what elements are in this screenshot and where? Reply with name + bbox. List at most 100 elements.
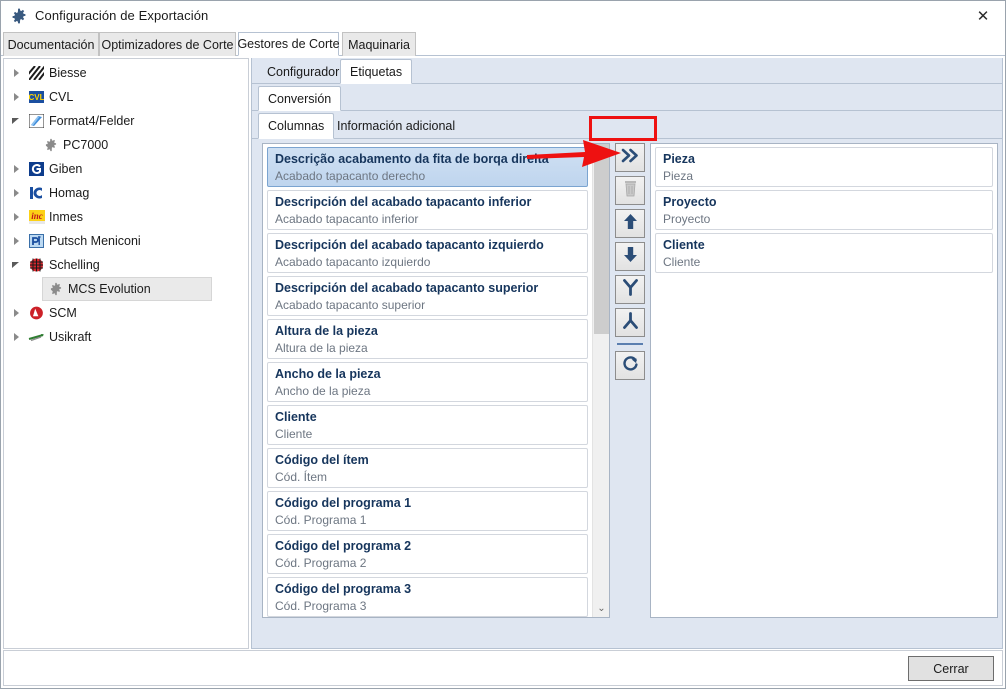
list-item[interactable]: Descripción del acabado tapacanto inferi… <box>267 190 588 230</box>
list-item[interactable]: Descripción del acabado tapacanto superi… <box>267 276 588 316</box>
selected-columns-list[interactable]: Pieza Pieza Proyecto Proyecto Cliente Cl… <box>650 143 998 618</box>
tab-optimizadores-de-corte[interactable]: Optimizadores de Corte <box>99 32 236 56</box>
chevron-right-icon[interactable] <box>10 162 24 176</box>
list-item[interactable]: Código del programa 1 Cód. Programa 1 <box>267 491 588 531</box>
tab-configurador[interactable]: Configurador <box>258 59 348 84</box>
list-item-title: Ancho de la pieza <box>275 367 381 381</box>
tree-item-putsch-meniconi[interactable]: Putsch Meniconi <box>4 229 248 253</box>
tab-etiquetas[interactable]: Etiquetas <box>340 59 413 84</box>
list-item[interactable]: Pieza Pieza <box>655 147 993 187</box>
list-item-title: Descripción del acabado tapacanto izquie… <box>275 238 544 252</box>
tree-item-biesse[interactable]: Biesse <box>4 61 248 85</box>
merge-button[interactable] <box>615 308 645 337</box>
tree-item-cvl[interactable]: CVL CVL <box>4 85 248 109</box>
list-item[interactable]: Altura de la pieza Altura de la pieza <box>267 319 588 359</box>
tab-columnas[interactable]: Columnas <box>258 113 335 139</box>
list-item-subtitle: Acabado tapacanto izquierdo <box>275 255 431 269</box>
tab-maquinaria[interactable]: Maquinaria <box>342 32 416 56</box>
button-group-divider <box>617 343 643 345</box>
chevron-right-icon[interactable] <box>10 210 24 224</box>
scrollbar-thumb[interactable] <box>594 144 609 334</box>
tree-item-mcs-evolution[interactable]: MCS Evolution <box>42 277 212 301</box>
list-item-title: Descrição acabamento da fita de borqa di… <box>275 152 549 166</box>
tree-item-label: Biesse <box>49 65 87 80</box>
list-item-subtitle: Acabado tapacanto inferior <box>275 212 419 226</box>
usikraft-logo-icon <box>28 329 45 345</box>
double-chevron-right-icon <box>621 148 640 168</box>
available-columns-list[interactable]: Descrição acabamento da fita de borqa di… <box>262 143 610 618</box>
tree-item-pc7000[interactable]: PC7000 <box>4 133 248 157</box>
refresh-icon <box>622 355 639 377</box>
tab-informacion-adicional[interactable]: Información adicional <box>328 113 464 139</box>
list-item[interactable]: Descripción del acabado tapacanto izquie… <box>267 233 588 273</box>
delete-button[interactable] <box>615 176 645 205</box>
chevron-right-icon[interactable] <box>10 66 24 80</box>
tab-conversion[interactable]: Conversión <box>258 86 342 111</box>
tab-documentacion[interactable]: Documentación <box>3 32 99 56</box>
tree-item-scm[interactable]: SCM <box>4 301 248 325</box>
tree-item-schelling[interactable]: Schelling <box>4 253 248 277</box>
list-item-title: Cliente <box>663 238 705 252</box>
gear-icon <box>47 281 64 297</box>
tree-item-label: Homag <box>49 185 90 200</box>
svg-text:inc: inc <box>31 211 43 221</box>
list-item[interactable]: Proyecto Proyecto <box>655 190 993 230</box>
move-up-button[interactable] <box>615 209 645 238</box>
list-item-subtitle: Proyecto <box>663 212 711 226</box>
arrow-up-icon <box>623 213 638 235</box>
list-item[interactable]: Cliente Cliente <box>267 405 588 445</box>
list-item[interactable]: Ancho de la pieza Ancho de la pieza <box>267 362 588 402</box>
list-item-subtitle: Cód. Programa 2 <box>275 556 367 570</box>
level4-tab-strip: Columnas Información adicional <box>252 112 1002 139</box>
machine-tree-panel[interactable]: Biesse CVL CVL Format4/Felder PC7000 Gib… <box>3 58 249 649</box>
chevron-right-icon[interactable] <box>10 306 24 320</box>
list-item-title: Código del programa 3 <box>275 582 412 596</box>
content-panel: Configurador Etiquetas Conversión Column… <box>251 58 1003 649</box>
tree-item-label: CVL <box>49 89 74 104</box>
window-title: Configuración de Exportación <box>35 8 209 23</box>
list-item[interactable]: Código del programa 2 Cód. Programa 2 <box>267 534 588 574</box>
list-item-title: Altura de la pieza <box>275 324 378 338</box>
list-item-subtitle: Altura de la pieza <box>275 341 368 355</box>
list-item[interactable]: Código del ítem Cód. Ítem <box>267 448 588 488</box>
move-right-button[interactable] <box>615 143 645 172</box>
chevron-down-icon[interactable]: ⌄ <box>593 600 609 617</box>
gear-icon <box>11 8 27 24</box>
inmes-logo-icon: inc <box>28 209 45 225</box>
chevron-right-icon[interactable] <box>10 330 24 344</box>
list-item-subtitle: Cód. Ítem <box>275 470 328 484</box>
action-button-column <box>615 143 645 384</box>
list-item-subtitle: Cód. Programa 1 <box>275 513 367 527</box>
tree-item-homag[interactable]: Homag <box>4 181 248 205</box>
list-item-title: Código del ítem <box>275 453 369 467</box>
chevron-right-icon[interactable] <box>10 234 24 248</box>
cerrar-button[interactable]: Cerrar <box>908 656 994 681</box>
tree-item-giben[interactable]: Giben <box>4 157 248 181</box>
scm-logo-icon <box>28 305 45 321</box>
tree-item-format4-felder[interactable]: Format4/Felder <box>4 109 248 133</box>
split-button[interactable] <box>615 275 645 304</box>
schelling-logo-icon <box>28 257 45 273</box>
chevron-down-icon[interactable] <box>10 114 24 128</box>
level2-tab-strip: Configurador Etiquetas <box>252 58 1002 84</box>
available-columns-scrollbar[interactable]: ⌄ <box>592 144 609 617</box>
list-item[interactable]: Descrição acabamento da fita de borqa di… <box>267 147 588 187</box>
list-item-subtitle: Acabado tapacanto superior <box>275 298 426 312</box>
chevron-right-icon[interactable] <box>10 186 24 200</box>
chevron-right-icon[interactable] <box>10 90 24 104</box>
list-item-title: Descripción del acabado tapacanto superi… <box>275 281 539 295</box>
chevron-down-icon[interactable] <box>10 258 24 272</box>
tree-item-label: Format4/Felder <box>49 113 135 128</box>
footer-bar: Cerrar <box>3 650 1003 686</box>
list-item[interactable]: Cliente Cliente <box>655 233 993 273</box>
tree-item-label: Inmes <box>49 209 84 224</box>
tree-item-usikraft[interactable]: Usikraft <box>4 325 248 349</box>
tab-gestores-de-corte[interactable]: Gestores de Corte <box>237 32 340 56</box>
reset-button[interactable] <box>615 351 645 380</box>
available-columns-scroll-area: Descrição acabamento da fita de borqa di… <box>263 144 592 617</box>
list-item[interactable]: Código del programa 3 Cód. Programa 3 <box>267 577 588 617</box>
close-icon[interactable]: ✕ <box>961 1 1005 30</box>
selected-columns-scroll-area: Pieza Pieza Proyecto Proyecto Cliente Cl… <box>651 144 997 617</box>
tree-item-inmes[interactable]: inc Inmes <box>4 205 248 229</box>
move-down-button[interactable] <box>615 242 645 271</box>
